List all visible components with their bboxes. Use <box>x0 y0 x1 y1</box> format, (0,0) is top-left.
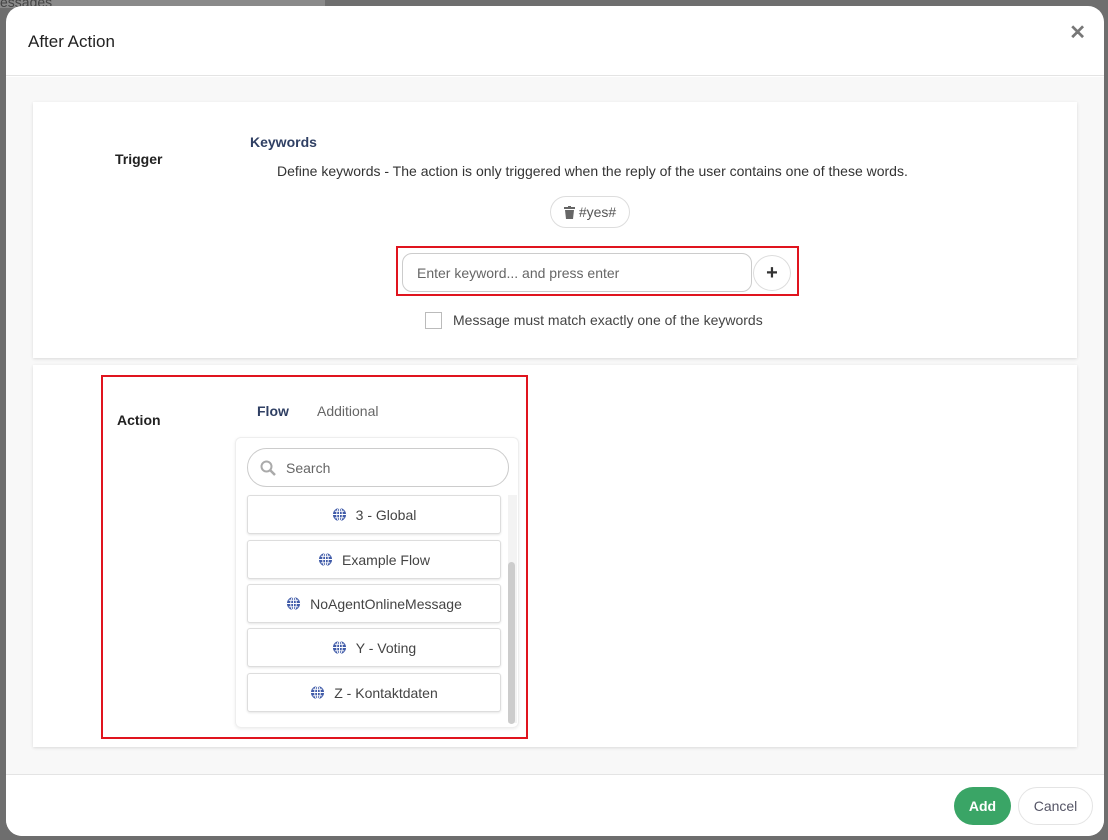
close-icon[interactable]: ✕ <box>1069 20 1086 45</box>
cancel-button[interactable]: Cancel <box>1018 787 1093 825</box>
globe-icon <box>332 507 346 522</box>
keyword-chip-text: #yes# <box>578 204 617 220</box>
plus-icon[interactable]: + <box>753 255 791 291</box>
tab-additional[interactable]: Additional <box>317 403 379 419</box>
exact-match-checkbox[interactable] <box>425 312 442 329</box>
flow-item[interactable]: NoAgentOnlineMessage <box>247 584 501 623</box>
scrollbar-thumb[interactable] <box>508 562 515 724</box>
flow-item[interactable]: Y - Voting <box>247 628 501 667</box>
keywords-description: Define keywords - The action is only tri… <box>277 163 908 179</box>
trigger-label: Trigger <box>115 151 163 167</box>
flow-item-label: 3 - Global <box>355 506 417 523</box>
globe-icon <box>287 596 301 611</box>
keywords-heading: Keywords <box>250 134 317 150</box>
search-placeholder: Search <box>286 459 331 476</box>
flow-item-label: Y - Voting <box>355 639 417 656</box>
flow-item[interactable]: Z - Kontaktdaten <box>247 673 501 712</box>
trash-icon[interactable] <box>563 205 575 219</box>
flow-item-label: Example Flow <box>342 551 430 568</box>
dialog-header: After Action ✕ <box>6 6 1104 76</box>
keyword-input[interactable]: Enter keyword... and press enter <box>402 253 752 292</box>
globe-icon <box>311 685 325 700</box>
trigger-card: Trigger Keywords Define keywords - The a… <box>33 102 1077 358</box>
flow-item-label: NoAgentOnlineMessage <box>310 595 462 612</box>
flow-item-label: Z - Kontaktdaten <box>334 684 438 701</box>
after-action-dialog: After Action ✕ Trigger Keywords Define k… <box>6 6 1104 836</box>
add-button[interactable]: Add <box>954 787 1011 825</box>
flow-list-panel: Search 3 - Global Example Flow NoAgentOnli… <box>235 437 519 728</box>
flow-item[interactable]: 3 - Global <box>247 495 501 534</box>
flow-item[interactable]: Example Flow <box>247 540 501 579</box>
tab-flow[interactable]: Flow <box>257 403 289 419</box>
dialog-body: Trigger Keywords Define keywords - The a… <box>6 77 1104 774</box>
exact-match-label: Message must match exactly one of the ke… <box>453 312 763 328</box>
dialog-footer: Add Cancel <box>6 774 1104 836</box>
keyword-chip[interactable]: #yes# <box>550 196 630 228</box>
action-card: Action Flow Additional Search 3 - Global… <box>33 365 1077 747</box>
dialog-title: After Action <box>28 32 115 51</box>
globe-icon <box>318 552 333 567</box>
search-icon <box>260 460 276 476</box>
globe-icon <box>332 640 346 655</box>
search-input[interactable]: Search <box>247 448 509 487</box>
